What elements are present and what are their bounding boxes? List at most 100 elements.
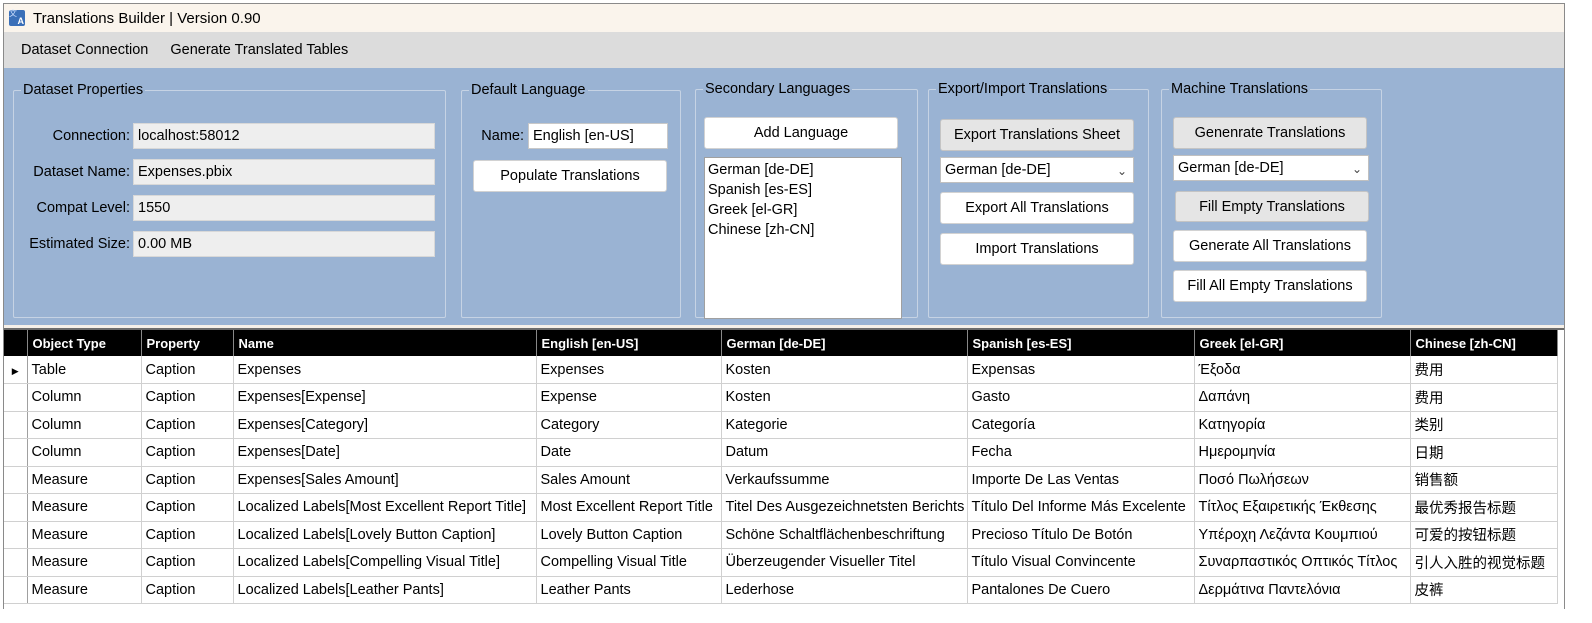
row-header[interactable] (4, 411, 28, 439)
table-cell[interactable]: Συναρπαστικός Οπτικός Τίτλος (1194, 548, 1411, 577)
fill-all-empty-translations-button[interactable]: Fill All Empty Translations (1173, 270, 1367, 302)
table-cell[interactable]: Expense (536, 383, 722, 412)
row-header[interactable] (4, 383, 28, 412)
export-all-translations-button[interactable]: Export All Translations (940, 192, 1134, 224)
table-cell[interactable]: Expenses[Date] (233, 438, 537, 467)
table-cell[interactable]: Pantalones De Cuero (967, 576, 1195, 604)
table-cell[interactable]: Κατηγορία (1194, 411, 1411, 439)
table-cell[interactable]: Kategorie (721, 411, 968, 439)
table-cell[interactable]: Localized Labels[Compelling Visual Title… (233, 548, 537, 577)
connection-field[interactable]: localhost:58012 (133, 123, 435, 149)
list-item[interactable]: Spanish [es-ES] (708, 180, 898, 200)
export-language-select[interactable]: German [de-DE] ⌄ (940, 157, 1134, 183)
table-cell[interactable]: Lovely Button Caption (536, 521, 722, 549)
table-cell[interactable]: Überzeugender Visueller Titel (721, 548, 968, 577)
table-cell[interactable]: Ποσό Πωλήσεων (1194, 466, 1411, 494)
column-header[interactable]: English [en-US] (536, 330, 722, 356)
table-cell[interactable]: Measure (27, 576, 142, 604)
import-translations-button[interactable]: Import Translations (940, 233, 1134, 265)
column-header[interactable]: Chinese [zh-CN] (1410, 330, 1558, 356)
table-cell[interactable]: 最优秀报告标题 (1410, 493, 1558, 522)
table-row[interactable]: Measure Caption Localized Labels[Most Exce… (4, 493, 1558, 522)
row-header[interactable] (4, 493, 28, 522)
table-cell[interactable]: Expensas (967, 356, 1195, 384)
table-cell[interactable]: Column (27, 383, 142, 412)
table-cell[interactable]: Date (536, 438, 722, 467)
populate-translations-button[interactable]: Populate Translations (473, 160, 667, 192)
column-header[interactable]: Spanish [es-ES] (967, 330, 1195, 356)
table-cell[interactable]: Expenses (233, 356, 537, 384)
menu-generate-translated-tables[interactable]: Generate Translated Tables (159, 42, 359, 58)
table-cell[interactable]: Caption (141, 411, 234, 439)
table-cell[interactable]: Lederhose (721, 576, 968, 604)
table-row[interactable]: Measure Caption Localized Labels[Leather P… (4, 576, 1558, 604)
table-cell[interactable]: Expenses[Sales Amount] (233, 466, 537, 494)
list-item[interactable]: Greek [el-GR] (708, 200, 898, 220)
table-cell[interactable]: Column (27, 411, 142, 439)
table-cell[interactable]: Caption (141, 356, 234, 384)
table-cell[interactable]: Compelling Visual Title (536, 548, 722, 577)
column-header[interactable]: Object Type (27, 330, 142, 356)
table-cell[interactable]: Schöne Schaltflächenbeschriftung (721, 521, 968, 549)
row-header[interactable] (4, 576, 28, 604)
row-header[interactable] (4, 548, 28, 577)
table-cell[interactable]: Categoría (967, 411, 1195, 439)
table-cell[interactable]: Localized Labels[Leather Pants] (233, 576, 537, 604)
table-cell[interactable]: Caption (141, 466, 234, 494)
table-cell[interactable]: Τίτλος Εξαιρετικής Έκθεσης (1194, 493, 1411, 522)
table-cell[interactable]: Precioso Título De Botón (967, 521, 1195, 549)
table-cell[interactable]: Leather Pants (536, 576, 722, 604)
table-cell[interactable]: Caption (141, 548, 234, 577)
column-header[interactable]: Property (141, 330, 234, 356)
table-cell[interactable]: Measure (27, 521, 142, 549)
table-cell[interactable]: Most Excellent Report Title (536, 493, 722, 522)
list-item[interactable]: German [de-DE] (708, 160, 898, 180)
table-cell[interactable]: Fecha (967, 438, 1195, 467)
table-cell[interactable]: Expenses (536, 356, 722, 384)
menu-dataset-connection[interactable]: Dataset Connection (10, 42, 159, 58)
table-cell[interactable]: Título Del Informe Más Excelente (967, 493, 1195, 522)
table-cell[interactable]: Caption (141, 521, 234, 549)
table-cell[interactable]: 日期 (1410, 438, 1558, 467)
column-header[interactable]: German [de-DE] (721, 330, 968, 356)
table-cell[interactable]: Titel Des Ausgezeichnetsten Berichts (721, 493, 968, 522)
table-cell[interactable]: Caption (141, 576, 234, 604)
table-cell[interactable]: Sales Amount (536, 466, 722, 494)
dataset-name-field[interactable]: Expenses.pbix (133, 159, 435, 185)
table-cell[interactable]: Gasto (967, 383, 1195, 412)
table-cell[interactable]: Caption (141, 438, 234, 467)
table-row[interactable]: Measure Caption Expenses[Sales Amount] Sale… (4, 466, 1558, 494)
table-cell[interactable]: Datum (721, 438, 968, 467)
table-cell[interactable]: 销售额 (1410, 466, 1558, 494)
table-cell[interactable]: Measure (27, 466, 142, 494)
table-row[interactable]: Column Caption Expenses[Category] Category K… (4, 411, 1558, 439)
table-cell[interactable]: 费用 (1410, 356, 1558, 384)
translations-grid[interactable]: Object Type Property Name English [en-US… (4, 328, 1564, 609)
column-header[interactable]: Name (233, 330, 537, 356)
table-cell[interactable]: Υπέροχη Λεζάντα Κουμπιού (1194, 521, 1411, 549)
generate-translations-button[interactable]: Genenrate Translations (1173, 117, 1367, 149)
table-row[interactable]: Column Caption Expenses[Expense] Expense Kos… (4, 383, 1558, 412)
table-cell[interactable]: Título Visual Convincente (967, 548, 1195, 577)
machine-language-select[interactable]: German [de-DE] ⌄ (1173, 155, 1369, 181)
table-row[interactable]: ▶ Table Caption Expenses Expenses Kosten Expen… (4, 356, 1558, 384)
secondary-languages-list[interactable]: German [de-DE] Spanish [es-ES] Greek [el… (704, 157, 902, 319)
table-cell[interactable]: 类别 (1410, 411, 1558, 439)
table-cell[interactable]: Localized Labels[Lovely Button Caption] (233, 521, 537, 549)
table-cell[interactable]: Localized Labels[Most Excellent Report T… (233, 493, 537, 522)
fill-empty-translations-button[interactable]: Fill Empty Translations (1175, 191, 1369, 222)
table-cell[interactable]: Δαπάνη (1194, 383, 1411, 412)
table-cell[interactable]: Importe De Las Ventas (967, 466, 1195, 494)
table-row[interactable]: Column Caption Expenses[Date] Date Datum Fech… (4, 438, 1558, 467)
table-cell[interactable]: Expenses[Category] (233, 411, 537, 439)
table-cell[interactable]: Caption (141, 493, 234, 522)
table-cell[interactable]: 皮裤 (1410, 576, 1558, 604)
table-cell[interactable]: Expenses[Expense] (233, 383, 537, 412)
table-cell[interactable]: 可爱的按钮标题 (1410, 521, 1558, 549)
export-translations-sheet-button[interactable]: Export Translations Sheet (940, 119, 1134, 151)
table-cell[interactable]: Category (536, 411, 722, 439)
table-cell[interactable]: Verkaufssumme (721, 466, 968, 494)
table-cell[interactable]: Table (27, 356, 142, 384)
table-cell[interactable]: Measure (27, 548, 142, 577)
default-language-name-field[interactable]: English [en-US] (528, 123, 668, 149)
